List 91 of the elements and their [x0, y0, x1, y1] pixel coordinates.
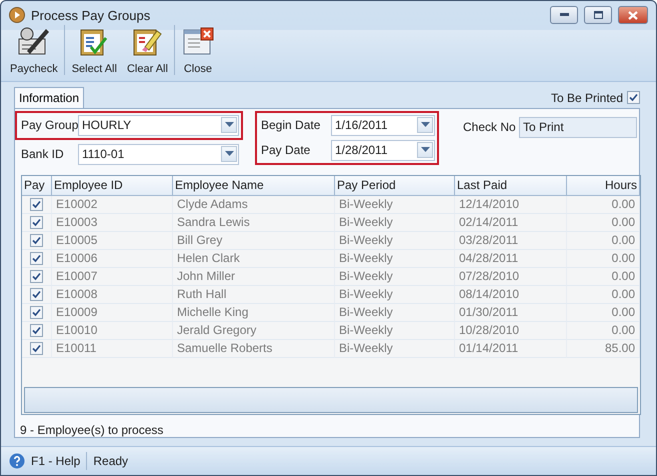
close-icon — [628, 10, 638, 20]
checkbox[interactable] — [30, 216, 43, 229]
table-cell: 10/28/2010 — [455, 322, 567, 340]
table-cell: E10006 — [52, 250, 173, 268]
table-cell: E10010 — [52, 322, 173, 340]
window-title: Process Pay Groups — [31, 8, 152, 23]
table-cell: 03/28/2011 — [455, 232, 567, 250]
window-close-icon — [182, 26, 214, 57]
date-field[interactable]: 1/16/2011 — [331, 114, 435, 136]
table-cell: Bi-Weekly — [335, 286, 455, 304]
column-header[interactable]: Pay — [22, 176, 52, 196]
table-cell: E10002 — [52, 196, 173, 214]
table-cell: Bi-Weekly — [335, 214, 455, 232]
date-field[interactable]: 1/28/2011 — [331, 140, 435, 161]
status-text: Ready — [93, 454, 128, 468]
toolbar-button[interactable]: Close — [178, 26, 221, 75]
toolbar-button[interactable]: Clear All — [124, 24, 175, 75]
minimize-button[interactable] — [550, 6, 578, 24]
table-cell: Bill Grey — [173, 232, 335, 250]
minimize-icon — [560, 13, 568, 18]
table-cell: E10007 — [52, 268, 173, 286]
table-cell: 0.00 — [567, 214, 640, 232]
checkbox[interactable] — [30, 288, 43, 301]
column-header[interactable]: Employee Name — [173, 176, 335, 196]
table-cell: 01/30/2011 — [455, 304, 567, 322]
toolbar-button[interactable]: Paycheck — [7, 24, 65, 75]
checkbox-label: To Be Printed — [550, 90, 623, 105]
field-label: Begin Date — [261, 118, 322, 132]
column-header[interactable]: Pay Period — [335, 176, 455, 196]
checkbox[interactable] — [30, 252, 43, 265]
table-cell: Sandra Lewis — [173, 214, 335, 232]
table-cell: 02/14/2011 — [455, 214, 567, 232]
text-field[interactable]: To Print — [519, 116, 637, 138]
table-cell: Bi-Weekly — [335, 340, 455, 358]
table-cell: 08/14/2010 — [455, 286, 567, 304]
table-cell: E10005 — [52, 232, 173, 250]
summary-text: 9 - Employee(s) to process — [20, 422, 164, 437]
table-cell: Helen Clark — [173, 250, 335, 268]
checkbox[interactable] — [30, 198, 43, 211]
toolbar-button[interactable]: Select All — [68, 24, 124, 75]
table-cell: Bi-Weekly — [335, 232, 455, 250]
table-cell: 0.00 — [567, 304, 640, 322]
checkbox[interactable] — [30, 306, 43, 319]
table-cell: Bi-Weekly — [335, 250, 455, 268]
checkbox[interactable] — [30, 234, 43, 247]
field-label: Pay Group — [21, 118, 78, 132]
table-cell: Bi-Weekly — [335, 196, 455, 214]
table-cell: 0.00 — [567, 286, 640, 304]
table-cell: 04/28/2011 — [455, 250, 567, 268]
close-button[interactable] — [618, 6, 648, 24]
table-cell: 07/28/2010 — [455, 268, 567, 286]
field-label: Pay Date — [261, 143, 312, 158]
table-cell: 0.00 — [567, 250, 640, 268]
pen-check-icon — [16, 24, 51, 57]
dropdown-field[interactable]: 1110-01 — [78, 144, 239, 165]
table-cell: Clyde Adams — [173, 196, 335, 214]
dropdown-field[interactable]: HOURLY — [78, 114, 239, 136]
table-cell: Michelle King — [173, 304, 335, 322]
table-cell: Ruth Hall — [173, 286, 335, 304]
help-icon — [9, 452, 25, 469]
help-text: F1 - Help — [31, 454, 80, 468]
table-cell: 01/14/2011 — [455, 340, 567, 358]
field-label: Bank ID — [21, 147, 65, 162]
table-cell: E10011 — [52, 340, 173, 358]
table-cell: 85.00 — [567, 340, 640, 358]
table-cell: 0.00 — [567, 322, 640, 340]
app-icon — [9, 7, 25, 24]
table-cell: Bi-Weekly — [335, 322, 455, 340]
table-cell: E10003 — [52, 214, 173, 232]
table-cell: 0.00 — [567, 232, 640, 250]
table-cell: 0.00 — [567, 196, 640, 214]
maximize-button[interactable] — [584, 6, 612, 24]
table-cell: Bi-Weekly — [335, 268, 455, 286]
checkbox[interactable] — [30, 270, 43, 283]
tab[interactable]: Information — [14, 86, 84, 108]
table-cell: E10008 — [52, 286, 173, 304]
table-cell: Jerald Gregory — [173, 322, 335, 340]
field-label: Check No — [463, 120, 517, 134]
table-cell: Samuelle Roberts — [173, 340, 335, 358]
column-header[interactable]: Hours — [567, 176, 640, 196]
table-cell: 12/14/2010 — [455, 196, 567, 214]
column-header[interactable]: Last Paid — [455, 176, 567, 196]
maximize-icon — [594, 11, 602, 20]
column-header[interactable]: Employee ID — [52, 176, 173, 196]
checkbox[interactable] — [627, 91, 640, 104]
table-cell: John Miller — [173, 268, 335, 286]
checkbox[interactable] — [30, 342, 43, 355]
checkbox[interactable] — [30, 324, 43, 337]
table-cell: E10009 — [52, 304, 173, 322]
table-cell: 0.00 — [567, 268, 640, 286]
table-cell: Bi-Weekly — [335, 304, 455, 322]
